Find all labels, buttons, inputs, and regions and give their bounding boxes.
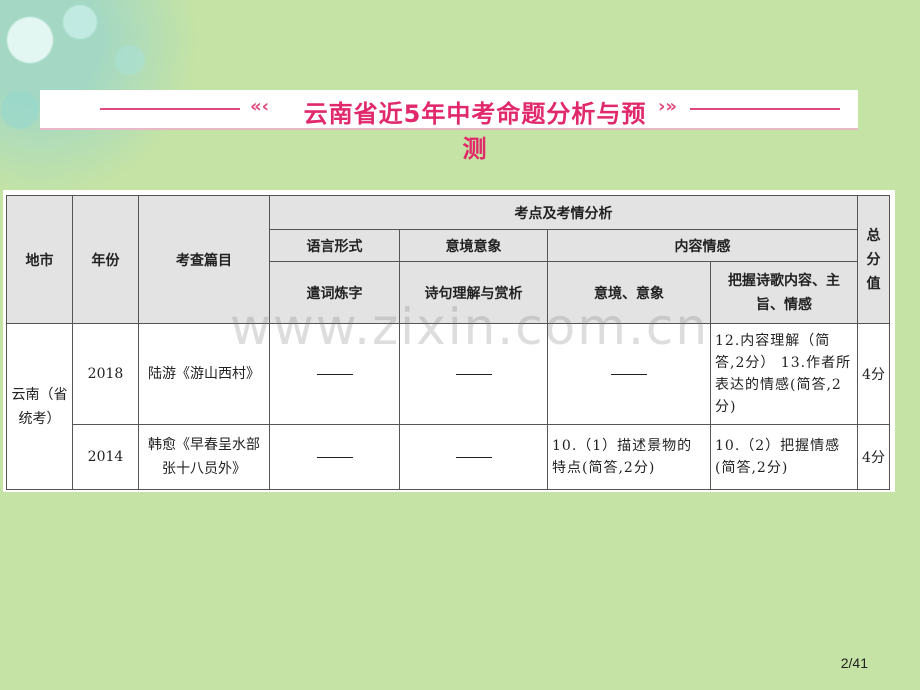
empty-cell <box>269 322 400 426</box>
header-content: 内容情感 <box>547 229 858 262</box>
table-row: 2014 韩愈《早春呈水部张十八员外》 10.（1）描述景物的特点(简答,2分)… <box>7 424 890 490</box>
region-cell: 云南（省统考） <box>6 323 73 490</box>
analysis-table: 地市 年份 考查篇目 考点及考情分析 总分值 语言形式 意境意象 内容情感 遣词… <box>6 195 890 490</box>
year-cell: 2018 <box>72 322 139 426</box>
empty-cell <box>399 424 548 490</box>
article-cell: 陆游《游山西村》 <box>138 322 270 426</box>
chevron-left-icon: «‹ <box>250 96 270 117</box>
empty-cell <box>269 424 400 490</box>
empty-cell <box>547 322 711 426</box>
theme-emotion-cell: 10.（2）把握情感(简答,2分) <box>710 424 858 490</box>
dash-mark <box>455 373 492 375</box>
table-row: 云南（省统考） 2018 陆游《游山西村》 12.内容理解（简答,2分） 13.… <box>6 322 890 490</box>
header-year: 年份 <box>72 195 139 324</box>
header-language-form: 语言形式 <box>269 229 400 262</box>
analysis-table-container: 地市 年份 考查篇目 考点及考情分析 总分值 语言形式 意境意象 内容情感 遣词… <box>3 190 895 492</box>
header-mood-image: 意境、意象 <box>547 261 711 324</box>
dash-mark <box>611 373 647 375</box>
header-analysis: 考点及考情分析 <box>269 195 858 230</box>
header-word-choice: 遣词炼字 <box>269 261 400 324</box>
page-title: 云南省近5年中考命题分析与预测 <box>303 100 647 163</box>
header-total: 总分值 <box>857 195 890 324</box>
header-theme-emotion: 把握诗歌内容、主旨、情感 <box>710 261 858 324</box>
year-cell: 2014 <box>72 424 139 490</box>
theme-emotion-cell: 12.内容理解（简答,2分） 13.作者所表达的情感(简答,2分) <box>710 322 858 426</box>
dash-mark <box>455 456 492 458</box>
mood-image-cell: 10.（1）描述景物的特点(简答,2分) <box>547 424 711 490</box>
page-number: 2/41 <box>840 655 868 671</box>
dash-mark <box>316 373 353 375</box>
total-cell: 4分 <box>857 322 890 426</box>
chevron-right-icon: ›» <box>658 96 678 117</box>
title-line-right <box>690 108 840 110</box>
header-line-appreciation: 诗句理解与赏析 <box>399 261 548 324</box>
title-line-left <box>100 108 240 110</box>
empty-cell <box>399 322 548 426</box>
header-article: 考查篇目 <box>138 195 270 324</box>
article-cell: 韩愈《早春呈水部张十八员外》 <box>138 424 270 490</box>
header-imagery: 意境意象 <box>399 229 548 262</box>
total-cell: 4分 <box>857 424 890 490</box>
title-banner: «‹ 云南省近5年中考命题分析与预测 ›» <box>40 90 858 163</box>
header-city: 地市 <box>6 195 73 324</box>
dash-mark <box>316 456 353 458</box>
